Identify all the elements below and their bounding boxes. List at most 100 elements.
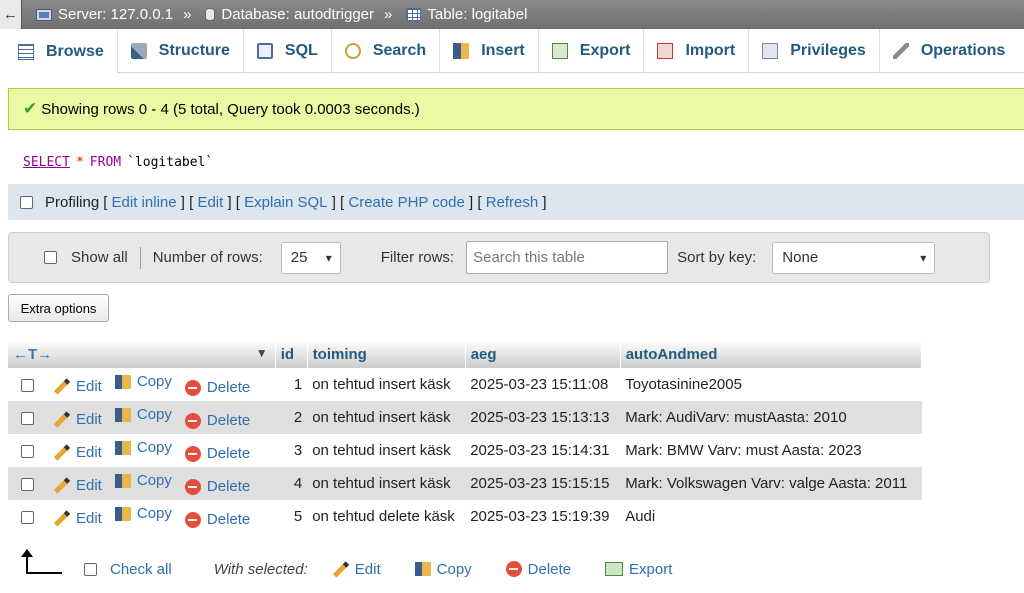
breadcrumb-database[interactable]: Database: autodtrigger bbox=[205, 6, 374, 23]
tab-insert[interactable]: Insert bbox=[440, 29, 539, 73]
column-header-autoandmed[interactable]: autoAndmed bbox=[620, 340, 923, 368]
row-edit-button[interactable]: Edit bbox=[53, 444, 102, 461]
tab-label: Search bbox=[372, 42, 427, 59]
row-actions-cell: Edit Copy Delete bbox=[48, 368, 276, 401]
row-edit-button[interactable]: Edit bbox=[53, 510, 102, 527]
cell-aeg: 2025-03-23 15:13:13 bbox=[465, 401, 621, 434]
row-edit-button[interactable]: Edit bbox=[53, 477, 102, 494]
breadcrumb-table-label[interactable]: Table: logitabel bbox=[427, 6, 527, 23]
profiling-checkbox[interactable] bbox=[20, 195, 33, 209]
number-of-rows-select[interactable]: 25 ▾ bbox=[280, 241, 341, 274]
row-delete-button[interactable]: Delete bbox=[184, 478, 251, 495]
results-table: ←T→ ▼ id toiming aeg autoAndmed Edit Copy… bbox=[8, 340, 923, 533]
row-delete-button[interactable]: Delete bbox=[184, 379, 250, 396]
tab-privileges[interactable]: Privileges bbox=[749, 29, 880, 73]
with-selected-label: With selected: bbox=[213, 560, 308, 578]
row-edit-label: Edit bbox=[76, 410, 102, 428]
check-all-label[interactable]: Check all bbox=[110, 561, 172, 578]
breadcrumb-server[interactable]: Server: 127.0.0.1 bbox=[36, 6, 173, 23]
row-checkbox[interactable] bbox=[21, 411, 34, 425]
row-checkbox[interactable] bbox=[21, 378, 34, 392]
row-delete-button[interactable]: Delete bbox=[184, 412, 250, 429]
number-of-rows-value: 25 bbox=[290, 249, 308, 266]
row-copy-button[interactable]: Copy bbox=[114, 439, 172, 456]
tab-sql[interactable]: SQL bbox=[244, 29, 332, 73]
database-icon bbox=[205, 8, 216, 21]
breadcrumb-table[interactable]: Table: logitabel bbox=[406, 6, 527, 23]
pencil-icon bbox=[53, 509, 71, 527]
column-header-toiming[interactable]: toiming bbox=[307, 340, 466, 368]
copy-icon bbox=[114, 440, 131, 455]
row-copy-button[interactable]: Copy bbox=[114, 505, 172, 522]
row-copy-button[interactable]: Copy bbox=[114, 406, 172, 423]
tab-search[interactable]: Search bbox=[332, 29, 441, 73]
insert-icon bbox=[453, 43, 470, 59]
cell-aeg: 2025-03-23 15:11:08 bbox=[465, 368, 621, 401]
row-copy-button[interactable]: Copy bbox=[114, 472, 172, 489]
pencil-icon bbox=[53, 410, 71, 428]
tab-browse[interactable]: Browse bbox=[0, 29, 118, 73]
table-header-row: ←T→ ▼ id toiming aeg autoAndmed bbox=[8, 340, 923, 368]
edit-link[interactable]: Edit bbox=[197, 194, 223, 211]
cell-toiming: on tehtud insert käsk bbox=[307, 434, 466, 467]
column-arrows-icon[interactable]: ←T→ bbox=[13, 346, 52, 363]
tab-import[interactable]: Import bbox=[644, 29, 750, 73]
delete-icon bbox=[184, 478, 201, 495]
breadcrumb-server-label[interactable]: Server: 127.0.0.1 bbox=[58, 6, 173, 23]
tab-export[interactable]: Export bbox=[539, 29, 645, 73]
edit-inline-link[interactable]: Edit inline bbox=[112, 194, 177, 211]
bulk-edit-button[interactable]: Edit bbox=[332, 561, 381, 578]
server-icon bbox=[36, 8, 52, 21]
bulk-copy-button[interactable]: Copy bbox=[414, 561, 472, 578]
create-php-code-link[interactable]: Create PHP code bbox=[348, 194, 464, 211]
extra-options-button[interactable]: Extra options bbox=[8, 294, 109, 322]
success-message: ✔ Showing rows 0 - 4 (5 total, Query too… bbox=[8, 88, 1024, 130]
row-delete-label: Delete bbox=[206, 478, 251, 495]
row-delete-button[interactable]: Delete bbox=[184, 511, 250, 528]
cell-toiming: on tehtud delete käsk bbox=[307, 500, 466, 533]
row-copy-button[interactable]: Copy bbox=[114, 373, 172, 390]
bulk-export-button[interactable]: Export bbox=[605, 561, 672, 578]
breadcrumb-database-label[interactable]: Database: autodtrigger bbox=[221, 6, 374, 23]
pencil-icon bbox=[53, 443, 71, 461]
sort-triangle-icon[interactable]: ▼ bbox=[256, 346, 268, 360]
show-all-checkbox[interactable] bbox=[44, 251, 57, 264]
row-checkbox[interactable] bbox=[21, 444, 34, 458]
sql-keyword-select[interactable]: SELECT bbox=[23, 155, 70, 170]
copy-icon bbox=[114, 506, 131, 521]
sort-by-key-select[interactable]: None ▾ bbox=[772, 241, 936, 274]
tab-label: Privileges bbox=[790, 42, 866, 59]
row-copy-label: Copy bbox=[136, 373, 172, 390]
column-header-aeg[interactable]: aeg bbox=[465, 340, 621, 368]
row-edit-button[interactable]: Edit bbox=[53, 378, 102, 395]
tab-structure[interactable]: Structure bbox=[118, 29, 244, 73]
cell-toiming: on tehtud insert käsk bbox=[307, 401, 466, 434]
row-checkbox[interactable] bbox=[21, 510, 34, 524]
row-edit-button[interactable]: Edit bbox=[53, 411, 102, 428]
cell-id: 3 bbox=[275, 434, 308, 467]
copy-icon bbox=[114, 374, 131, 389]
row-copy-label: Copy bbox=[136, 505, 172, 522]
back-arrow-icon[interactable]: ← bbox=[0, 0, 22, 29]
check-all-checkbox[interactable] bbox=[84, 562, 97, 576]
bulk-delete-button[interactable]: Delete bbox=[505, 561, 571, 578]
chevron-down-icon: ▾ bbox=[325, 250, 332, 265]
breadcrumb-separator: » bbox=[183, 6, 192, 23]
row-checkbox[interactable] bbox=[21, 477, 34, 491]
table-row: Edit Copy Delete 5 on tehtud delete käsk 2025… bbox=[8, 500, 922, 533]
tab-operations[interactable]: Operations bbox=[880, 29, 1018, 73]
show-all-label: Show all bbox=[71, 249, 128, 266]
row-delete-button[interactable]: Delete bbox=[184, 445, 250, 462]
column-header-id[interactable]: id bbox=[275, 340, 308, 368]
checkmark-icon: ✔ bbox=[23, 99, 38, 118]
chevron-down-icon: ▾ bbox=[920, 250, 927, 265]
delete-icon bbox=[184, 379, 201, 396]
tab-label: SQL bbox=[284, 42, 318, 59]
refresh-link[interactable]: Refresh bbox=[486, 194, 539, 211]
explain-sql-link[interactable]: Explain SQL bbox=[244, 194, 327, 211]
table-row: Edit Copy Delete 2 on tehtud insert käsk 2025… bbox=[8, 401, 922, 434]
row-copy-label: Copy bbox=[136, 439, 172, 456]
cell-id: 1 bbox=[275, 368, 308, 401]
filter-rows-input[interactable]: Search this table bbox=[466, 241, 669, 274]
tab-label: Insert bbox=[481, 42, 525, 59]
